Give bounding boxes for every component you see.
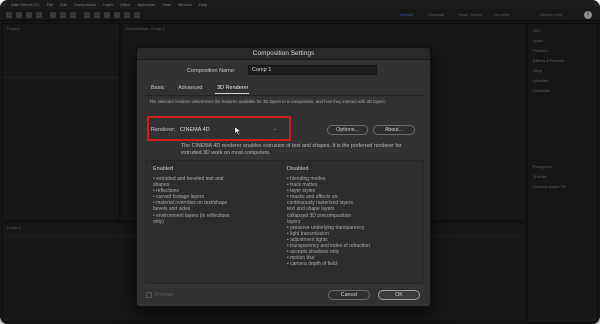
list-item: • environment layers (in reflections bbox=[153, 212, 230, 219]
disabled-features-list: • blending modes • track mattes • layer … bbox=[287, 176, 370, 267]
composition-name-input[interactable] bbox=[248, 65, 377, 75]
preview-label: Preview bbox=[155, 292, 173, 298]
renderer-dropdown[interactable]: CINEMA 4D bbox=[177, 125, 278, 135]
ok-button[interactable]: OK bbox=[378, 290, 420, 300]
disabled-heading: Disabled bbox=[287, 166, 309, 172]
tab-3d-renderer[interactable]: 3D Renderer bbox=[217, 85, 249, 91]
list-item: • preserve underlying transparency bbox=[287, 224, 365, 231]
preview-checkbox[interactable] bbox=[146, 292, 152, 298]
composition-name-label: Composition Name: bbox=[187, 68, 236, 74]
enabled-features-list: • extruded and beveled text and shapes •… bbox=[153, 176, 230, 225]
options-button[interactable]: Options... bbox=[327, 125, 368, 135]
mouse-cursor-icon bbox=[234, 126, 242, 136]
renderer-description: The selected renderer determines the fea… bbox=[149, 99, 386, 104]
enabled-heading: Enabled bbox=[153, 166, 174, 172]
dialog-title: Composition Settings bbox=[137, 48, 430, 60]
chevron-down-icon[interactable]: ⌄ bbox=[273, 126, 277, 132]
tabs-divider bbox=[145, 95, 424, 96]
about-button[interactable]: About... bbox=[373, 125, 415, 135]
tab-advanced[interactable]: Advanced bbox=[178, 85, 202, 91]
renderer-info-text: The CINEMA 4D renderer enables extrusion… bbox=[181, 143, 402, 156]
tab-basic[interactable]: Basic bbox=[151, 85, 164, 91]
list-item: • camera depth of field bbox=[287, 261, 337, 268]
renderer-label: Renderer: bbox=[151, 127, 176, 133]
composition-settings-dialog: Composition Settings Composition Name: B… bbox=[136, 47, 431, 307]
cancel-button[interactable]: Cancel bbox=[328, 290, 370, 300]
list-item: only) bbox=[153, 218, 164, 225]
active-tab-indicator bbox=[215, 93, 249, 94]
